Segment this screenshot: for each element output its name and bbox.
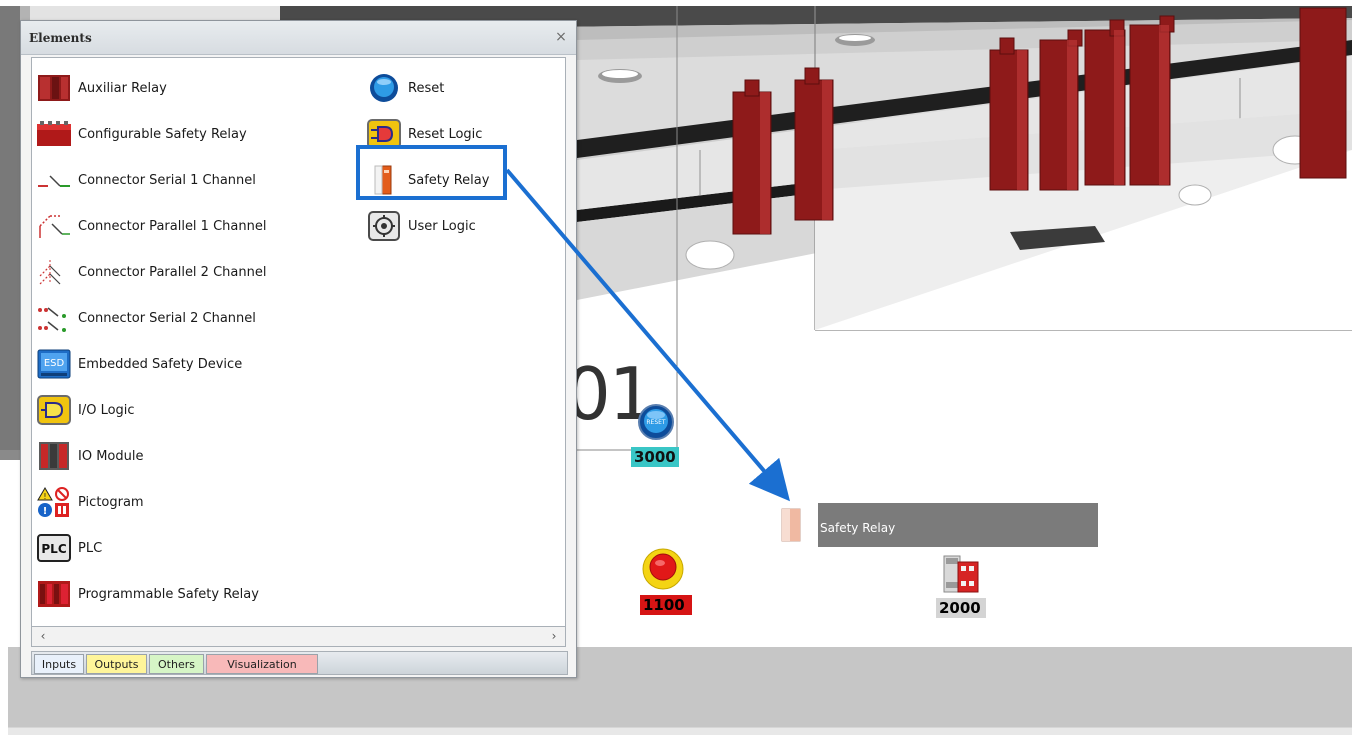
workspace: 01 RESET 3000 1100 Safety Relay 2000 Ele…	[0, 0, 1352, 735]
drag-arrow	[505, 168, 790, 502]
